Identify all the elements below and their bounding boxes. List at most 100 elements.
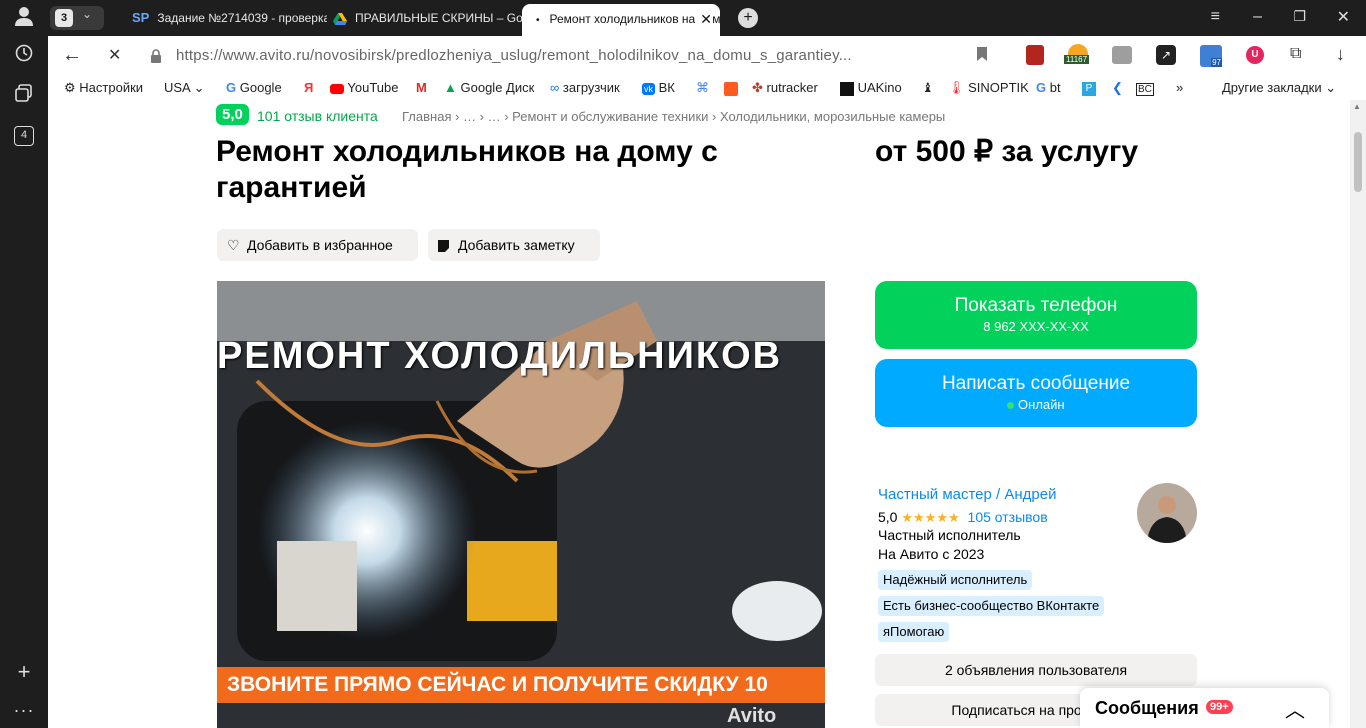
tab-group-button[interactable]: 3 ⌄ [50,6,104,30]
calendar-extension-icon[interactable]: 97 [1200,45,1222,67]
bookmark-page-icon[interactable] [976,46,988,66]
seller-rating-value: 5,0 [878,509,898,525]
other-bookmarks[interactable]: Другие закладки ⌄ [1222,80,1336,96]
chevron-up-icon[interactable]: ︿ [1285,694,1305,723]
bookmark-item[interactable]: M [416,80,427,95]
bookmark-item[interactable]: UAKino [840,80,902,96]
online-status: Онлайн [1018,397,1065,412]
counter-extension-icon[interactable]: 11167 [1064,44,1092,66]
collections-icon[interactable] [12,84,36,108]
bookmark-item[interactable]: ▲ Google Диск [444,80,534,95]
bookmark-item[interactable]: ⌘ [696,80,709,96]
favorites-label: Добавить в избранное [247,237,393,253]
new-tab-button[interactable]: + [738,8,758,28]
tab-item[interactable]: ПРАВИЛЬНЫЕ СКРИНЫ – Google [333,4,523,32]
bookmark-item[interactable]: G Google [226,80,282,95]
tab-title: ПРАВИЛЬНЫЕ СКРИНЫ – Google [355,11,523,25]
add-to-favorites-button[interactable]: ♡ Добавить в избранное [217,229,418,261]
ublock-extension-icon[interactable] [1026,45,1044,65]
chevron-down-icon: ⌄ [82,7,93,21]
add-note-button[interactable]: Добавить заметку [428,229,600,261]
back-icon[interactable]: ← [62,44,82,67]
bookmark-label: bt [1049,80,1061,95]
bookmark-item[interactable]: ♝ [922,80,934,96]
bookmark-label: ВК [658,80,675,95]
lock-icon [151,49,161,63]
profile-icon[interactable] [12,6,36,30]
bookmarks-overflow[interactable]: » [1176,80,1183,95]
bookmark-label: SINOPTIK [968,80,1029,95]
listing-photo[interactable]: РЕМОНТ ХОЛОДИЛЬНИКОВ ЗВОНИТЕ ПРЯМО СЕЙЧА… [217,281,825,728]
rating-badge: 5,0 [216,104,249,125]
bookmark-label: Google Диск [460,80,535,95]
google-drive-icon [333,12,347,25]
bookmark-item[interactable]: BC [1136,80,1154,96]
bookmark-item[interactable]: 🌡︎ SINOPTIK [948,80,1029,96]
tab-item-active[interactable]: • Ремонт холодильников на дому ✕ [522,4,720,36]
bookmark-item[interactable]: ✤ rutracker [752,80,818,96]
address-url: https://www.avito.ru/novosibirsk/predloz… [176,47,852,64]
page-content: 5,0 101 отзыв клиента Главная › … › … › … [48,100,1350,728]
chess-icon: ♝ [922,80,934,95]
tab-counter-icon[interactable]: 4 [12,124,36,148]
write-message-button[interactable]: Написать сообщение Онлайн [875,359,1197,427]
bookmark-item[interactable]: ⚙ Настройки [64,80,143,96]
seller-reviews-link[interactable]: 105 отзывов [968,509,1048,525]
extensions-puzzle-icon[interactable]: ⧉ [1290,45,1301,63]
tab-item[interactable]: SP Задание №2714039 - проверка [132,4,327,32]
price: от 500 ₽ за услугу [875,135,1139,168]
bookmark-item[interactable]: YouTube [330,80,398,95]
breadcrumb[interactable]: Главная › … › … › Ремонт и обслуживание … [402,109,945,124]
rutracker-icon: ✤ [752,80,763,95]
menu-icon[interactable]: ≡ [1211,8,1220,26]
messages-count-badge: 99+ [1206,700,1233,714]
scroll-up-icon[interactable]: ▲ [1353,102,1361,111]
reviews-link[interactable]: 101 отзыв клиента [257,108,378,124]
bookmark-folder[interactable]: USA ⌄ [164,80,205,96]
stop-loading-icon[interactable]: ✕ [108,45,121,65]
bookmark-item[interactable]: G bt [1036,80,1061,95]
online-dot-icon [1007,402,1015,410]
messages-label: Сообщения [1095,698,1199,718]
messages-widget[interactable]: Сообщения 99+ ︿ [1080,688,1329,728]
close-window-icon[interactable]: ✕ [1337,7,1350,27]
bookmark-label: Google [239,80,282,95]
star-rating-icon: ★★★★★ [901,510,960,525]
bookmark-item[interactable]: ∞ загрузчик [550,80,620,95]
tab-title: Ремонт холодильников на дому [549,12,720,26]
bookmark-item[interactable]: ❮ [1112,80,1123,96]
minimize-icon[interactable]: – [1253,8,1262,26]
note-icon [438,229,449,261]
seller-since: На Авито с 2023 [878,546,985,562]
vpn-extension-icon[interactable]: U [1246,46,1264,64]
google-drive-icon: ▲ [444,80,457,95]
avito-watermark: Avito [727,705,777,727]
vk-icon: vk [642,83,655,95]
seller-type: Частный исполнитель [878,527,1021,543]
google-icon: G [226,80,237,95]
bookmark-label: rutracker [766,80,818,95]
seller-avatar[interactable] [1137,483,1197,543]
downloads-icon[interactable]: ↓ [1336,44,1345,65]
site-favicon-icon: SP [132,10,150,25]
bookmark-item[interactable] [724,80,738,96]
restore-icon[interactable]: ❐ [1293,8,1306,25]
bookmark-label: загрузчик [562,80,620,95]
gmail-icon: M [416,80,427,95]
more-icon[interactable]: ··· [12,698,36,722]
bookmark-item[interactable]: vk ВК [642,80,675,95]
scrollbar-thumb[interactable] [1354,132,1362,192]
briefcase-extension-icon[interactable] [1112,46,1132,64]
seller-ads-button[interactable]: 2 объявления пользователя [875,654,1197,686]
add-panel-icon[interactable]: + [12,660,36,684]
page-scrollbar[interactable]: ▲ [1350,100,1366,728]
seller-name-link[interactable]: Частный мастер / Андрей [878,486,1056,503]
show-phone-button[interactable]: Показать телефон 8 962 XXX-XX-XX [875,281,1197,349]
bookmark-item[interactable]: Я [304,80,313,95]
close-tab-icon[interactable]: ✕ [696,4,712,34]
tab-title: Задание №2714039 - проверка [157,11,327,25]
script-extension-icon[interactable]: ↗ [1156,45,1176,65]
history-icon[interactable] [12,44,36,68]
bookmark-item[interactable]: P [1082,80,1096,96]
address-bar[interactable]: https://www.avito.ru/novosibirsk/predloz… [140,42,1020,70]
